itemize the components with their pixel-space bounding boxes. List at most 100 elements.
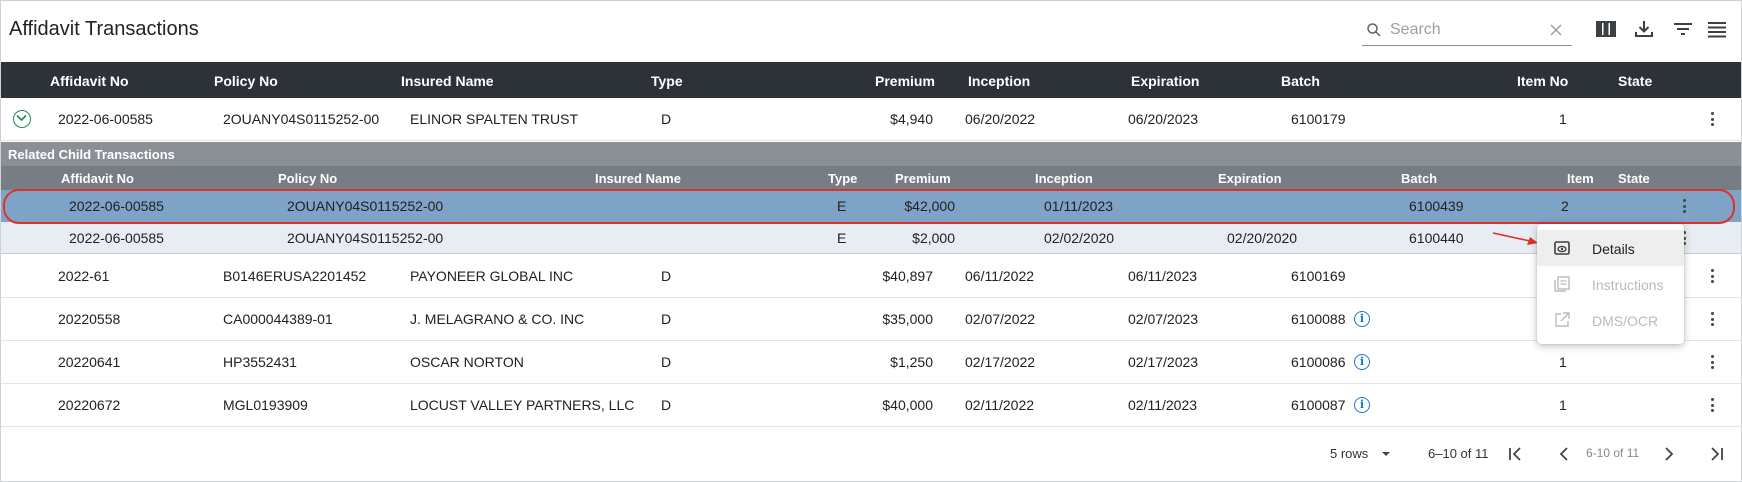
col-batch[interactable]: Batch [1281,73,1320,89]
rel-col-state: State [1618,171,1650,186]
cell-insured: OSCAR NORTON [410,354,524,370]
col-premium[interactable]: Premium [875,73,935,89]
columns-icon[interactable] [1594,17,1618,41]
rel-col-item: Item [1567,171,1594,186]
row-actions-icon[interactable] [1711,112,1715,126]
col-policy-no[interactable]: Policy No [214,73,278,89]
cell-insured: ELINOR SPALTEN TRUST [410,111,579,127]
col-type[interactable]: Type [651,73,683,89]
cell-premium: $4,940 [890,111,933,127]
cell-premium: $40,897 [882,268,933,284]
cell-inception: 02/11/2022 [965,397,1035,413]
row-actions-icon[interactable] [1711,269,1715,283]
related-title-bar: Related Child Transactions [1,142,1741,166]
table-row[interactable]: 20220641 HP3552431 OSCAR NORTON D $1,250… [1,341,1741,384]
rel-col-expiration: Expiration [1218,171,1282,186]
search-icon [1367,23,1381,37]
last-page-icon[interactable] [1707,444,1727,464]
info-icon[interactable]: i [1354,354,1370,370]
cell-affidavit: 2022-61 [58,268,110,284]
next-page-icon[interactable] [1659,444,1679,464]
cell-expiration: 02/17/2023 [1128,354,1199,370]
info-icon[interactable]: i [1354,311,1370,327]
table-row[interactable]: 20220558 CA000044389-01 J. MELAGRANO & C… [1,298,1741,341]
related-header: Affidavit No Policy No Insured Name Type… [1,166,1741,190]
cell-policy: 2OUANY04S0115252-00 [287,230,444,246]
cell-type: D [661,111,672,127]
expand-toggle[interactable] [13,110,31,128]
cell-premium: $1,250 [890,354,933,370]
clear-icon[interactable] [1548,22,1564,38]
menu-icon[interactable] [1705,17,1729,41]
cell-item: 1 [1559,354,1567,370]
cell-inception: 02/17/2022 [965,354,1036,370]
rel-col-insured-name: Insured Name [595,171,681,186]
col-item-no[interactable]: Item No [1517,73,1568,89]
child-row[interactable]: 2022-06-00585 2OUANY04S0115252-00 E $2,0… [1,222,1741,254]
rel-col-inception: Inception [1035,171,1093,186]
cell-batch: 6100440 [1409,230,1464,246]
cell-batch: 6100086 [1291,354,1346,370]
cell-policy: CA000044389-01 [223,311,333,327]
cell-type: D [661,268,672,284]
download-icon[interactable] [1632,17,1656,41]
cell-affidavit: 20220672 [58,397,121,413]
info-icon[interactable]: i [1354,397,1370,413]
page-range: 6–10 of 11 [1428,446,1489,461]
rel-col-premium: Premium [895,171,951,186]
search-input[interactable] [1390,19,1540,41]
cell-inception: 02/02/2020 [1044,230,1115,246]
cell-insured: J. MELAGRANO & CO. INC [410,311,585,327]
selection-highlight [3,189,1735,224]
cell-insured: PAYONEER GLOBAL INC [410,268,574,284]
chevron-down-icon [16,114,27,122]
prev-page-icon[interactable] [1554,444,1574,464]
cell-premium: $40,000 [882,397,933,413]
cell-batch: 6100179 [1291,111,1346,127]
cell-premium: $35,000 [882,311,933,327]
cell-item: 1 [1559,111,1567,127]
cell-expiration: 06/11/2023 [1128,268,1198,284]
cell-inception: 02/07/2022 [965,311,1036,327]
dropdown-arrow-icon[interactable] [1376,444,1396,464]
cell-affidavit: 2022-06-00585 [58,111,153,127]
details-icon [1554,241,1570,255]
row-actions-icon[interactable] [1711,312,1715,326]
cell-type: D [661,397,672,413]
col-state[interactable]: State [1618,73,1652,89]
cell-type: D [661,354,672,370]
col-inception[interactable]: Inception [968,73,1030,89]
table-row[interactable]: 2022-61 B0146ERUSA2201452 PAYONEER GLOBA… [1,255,1741,298]
cell-affidavit: 20220558 [58,311,121,327]
rows-per-page[interactable]: 5 rows [1330,446,1368,461]
col-insured-name[interactable]: Insured Name [401,73,494,89]
first-page-icon[interactable] [1505,444,1525,464]
related-title: Related Child Transactions [8,147,175,162]
cell-type: D [661,311,672,327]
menu-label-instructions: Instructions [1592,277,1664,293]
cell-item: 1 [1559,397,1567,413]
cell-batch: 6100087 [1291,397,1346,413]
cell-policy: MGL0193909 [223,397,308,413]
table-row[interactable]: 2022-06-00585 2OUANY04S0115252-00 ELINOR… [1,98,1741,141]
cell-policy: 2OUANY04S0115252-00 [223,111,380,127]
row-actions-icon[interactable] [1711,355,1715,369]
col-affidavit-no[interactable]: Affidavit No [50,73,129,89]
menu-item-instructions[interactable]: Instructions [1537,266,1684,302]
filter-icon[interactable] [1671,17,1695,41]
table-row[interactable]: 20220672 MGL0193909 LOCUST VALLEY PARTNE… [1,384,1741,427]
menu-item-dms-ocr[interactable]: DMS/OCR [1537,302,1684,338]
row-actions-icon[interactable] [1711,398,1715,412]
cell-expiration: 02/11/2023 [1128,397,1198,413]
page-title: Affidavit Transactions [9,18,199,40]
rel-col-batch: Batch [1401,171,1438,186]
cell-inception: 06/11/2022 [965,268,1035,284]
table-header: Affidavit No Policy No Insured Name Type… [1,62,1741,98]
col-expiration[interactable]: Expiration [1131,73,1199,89]
external-link-icon [1555,312,1570,327]
cell-batch: 6100088 [1291,311,1346,327]
search-box[interactable] [1362,14,1572,46]
cell-expiration: 02/07/2023 [1128,311,1199,327]
menu-item-details[interactable]: Details [1537,230,1684,266]
page-range-small: 6-10 of 11 [1586,446,1640,460]
